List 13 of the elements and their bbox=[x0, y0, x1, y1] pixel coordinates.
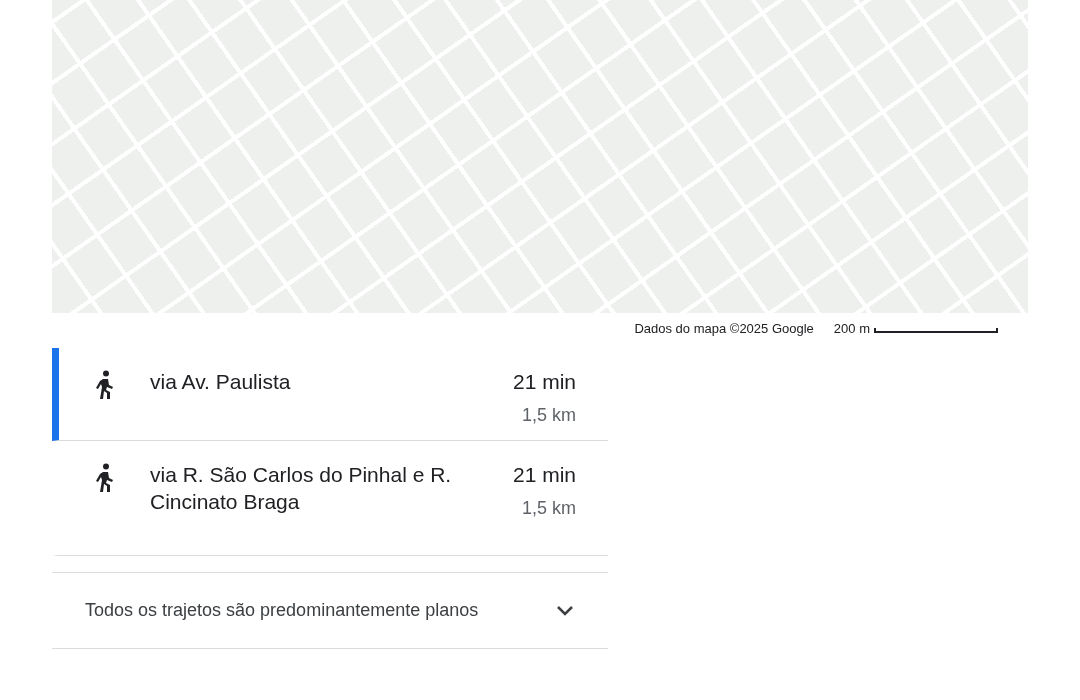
route-duration: 21 min bbox=[512, 462, 576, 488]
route-distance: 1,5 km bbox=[521, 405, 576, 426]
route-distance: 1,5 km bbox=[521, 498, 576, 519]
elevation-expander[interactable]: Todos os trajetos são predominantemente planos bbox=[52, 572, 608, 649]
elevation-note: Todos os trajetos são predominantemente planos bbox=[85, 600, 479, 621]
route-name: via R. São Carlos do Pinhal e R. Cincinato Braga bbox=[150, 462, 453, 515]
route-duration: 21 min bbox=[512, 369, 576, 395]
walking-icon bbox=[94, 370, 115, 400]
walking-icon bbox=[94, 463, 115, 493]
route-name: via Av. Paulista bbox=[150, 369, 292, 395]
scale-label: 200 m bbox=[833, 320, 870, 336]
route-option[interactable]: via Av. Paulista 21 min 1,5 km bbox=[52, 348, 608, 441]
map-attribution: Dados do mapa ©2025 Google bbox=[634, 320, 814, 336]
